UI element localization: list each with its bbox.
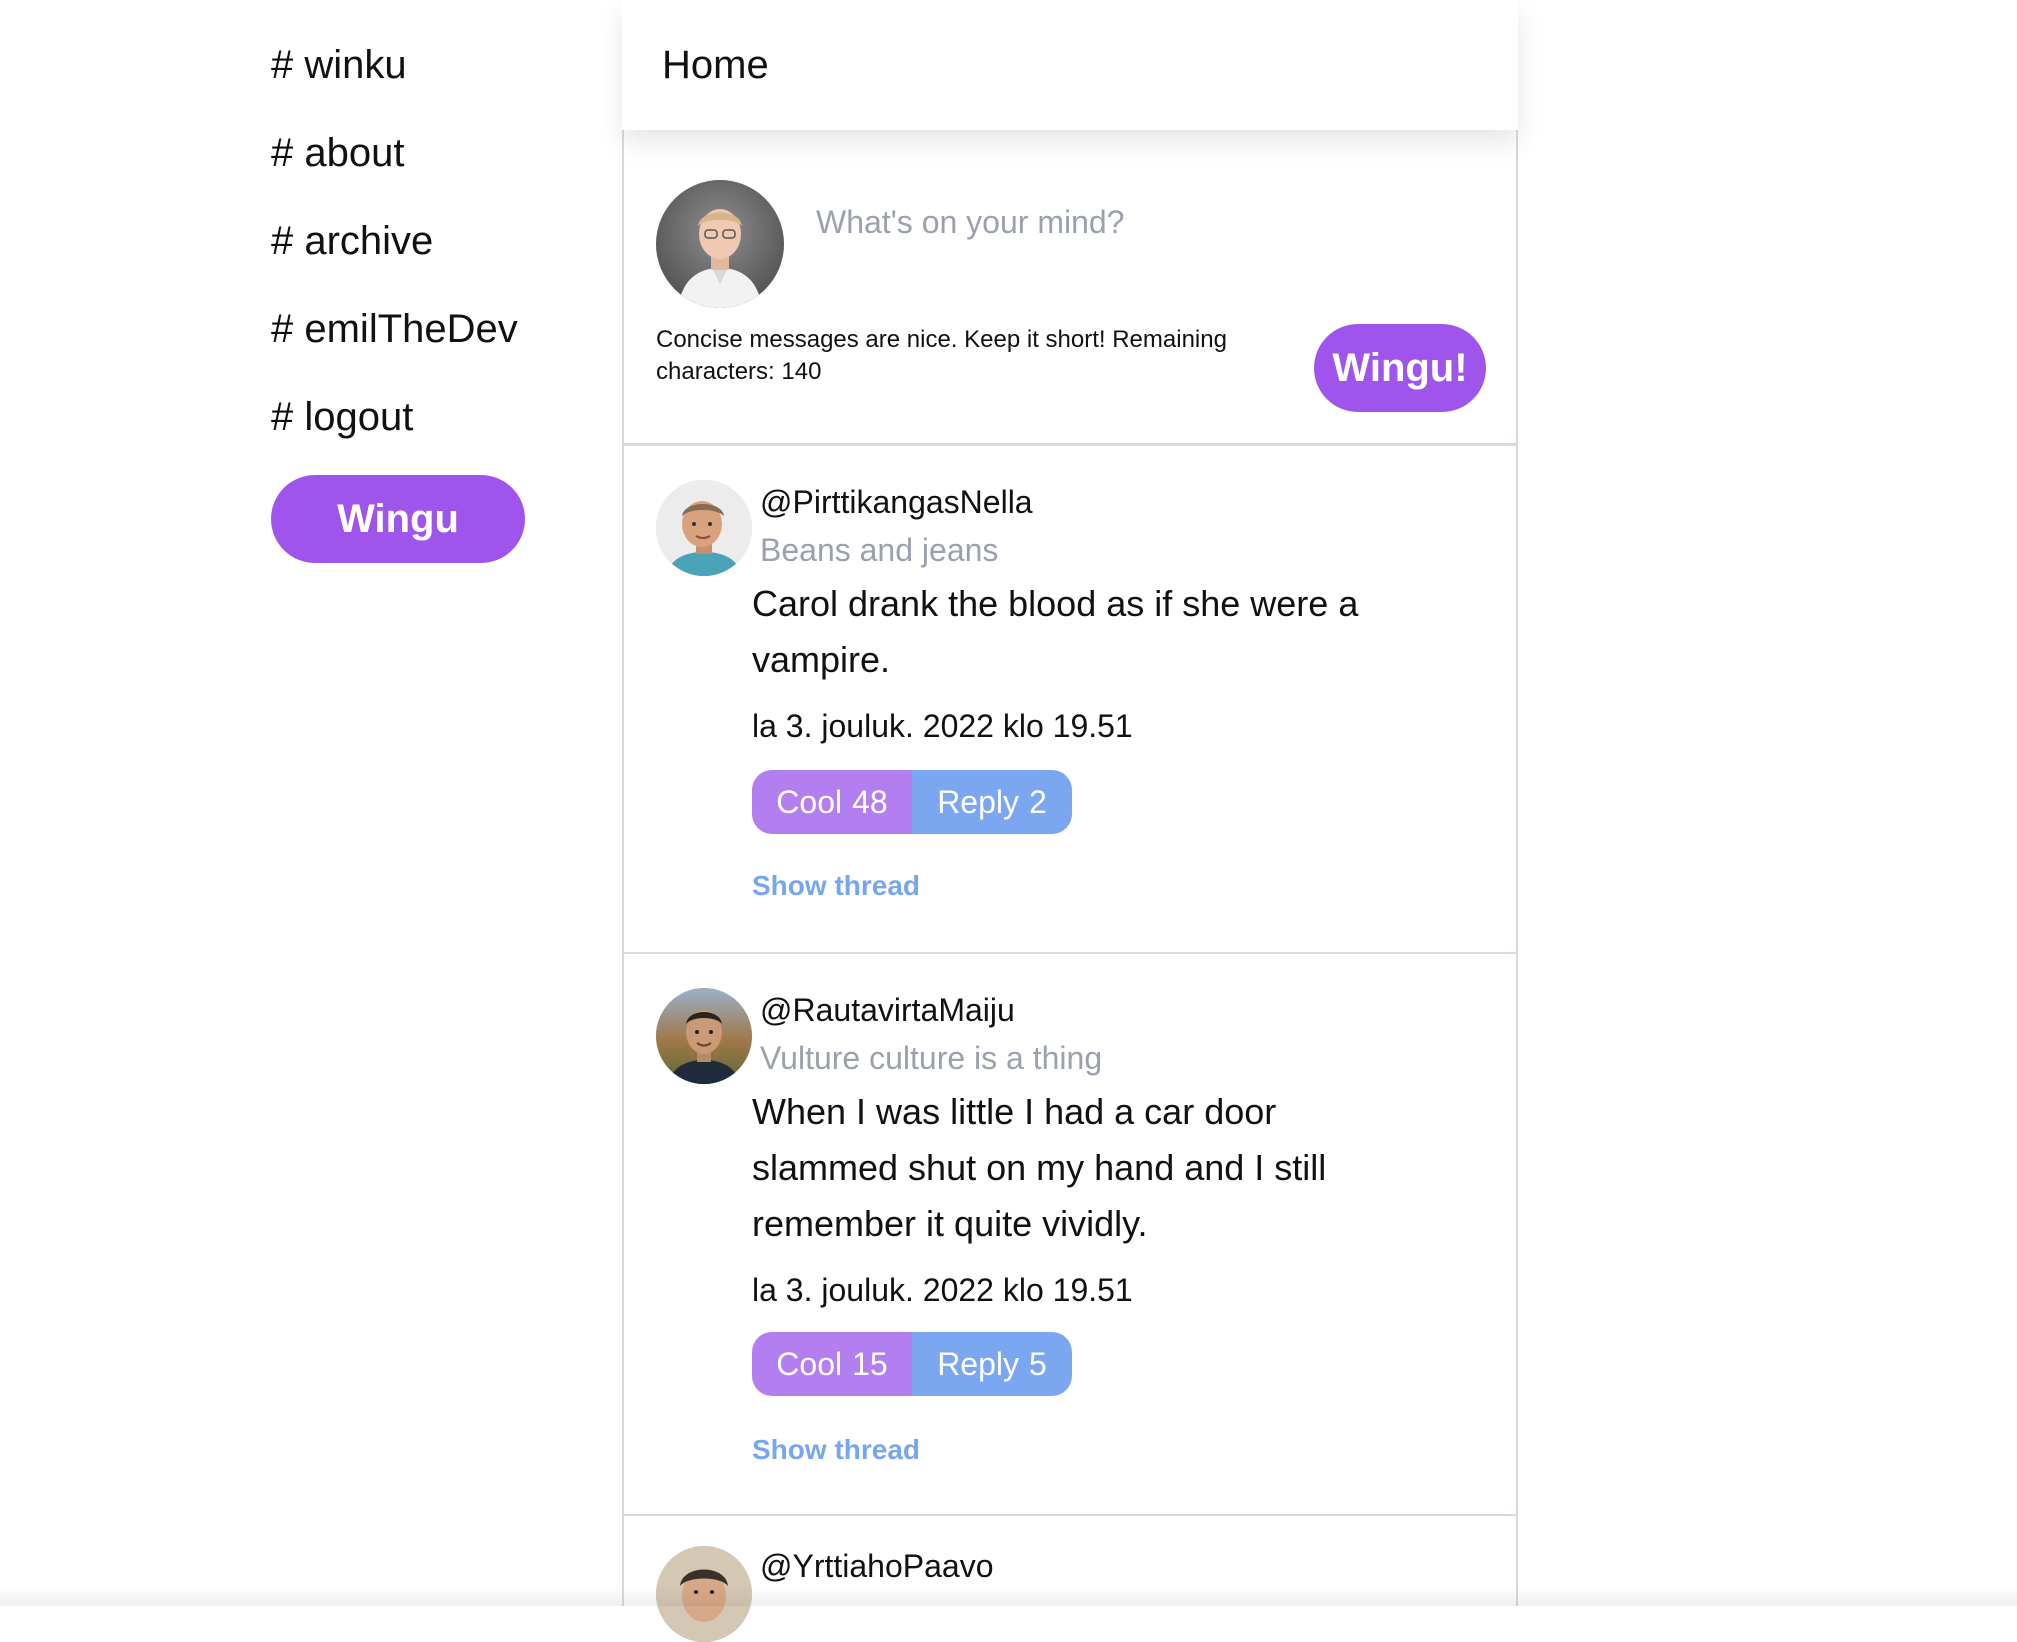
nav-item-winku[interactable]: # winku: [271, 30, 571, 118]
page-title: Home: [662, 43, 769, 87]
post-actions: Cool 48 Reply 2: [752, 770, 1072, 834]
user-avatar[interactable]: [656, 988, 752, 1084]
cool-count: 48: [852, 783, 888, 820]
post-author-bio: Vulture culture is a thing: [760, 1040, 1103, 1076]
show-thread-link[interactable]: Show thread: [752, 868, 920, 904]
post-input[interactable]: [814, 192, 1474, 252]
reply-label: Reply: [937, 1345, 1019, 1382]
post-timestamp: la 3. jouluk. 2022 klo 19.51: [752, 708, 1133, 744]
post-item: @RautavirtaMaiju Vulture culture is a th…: [624, 954, 1516, 1516]
cool-count: 15: [852, 1345, 888, 1382]
nav-item-emilthedev[interactable]: # emilTheDev: [271, 294, 571, 382]
post-author-handle[interactable]: @PirttikangasNella: [760, 482, 1033, 522]
post-author-handle[interactable]: @RautavirtaMaiju: [760, 990, 1015, 1030]
bottom-fade: [0, 1586, 2017, 1606]
cool-label: Cool: [776, 1345, 843, 1382]
reply-label: Reply: [937, 783, 1019, 820]
user-avatar[interactable]: [656, 480, 752, 576]
post-author-bio: Beans and jeans: [760, 532, 999, 568]
nav-item-archive[interactable]: # archive: [271, 206, 571, 294]
sidebar-nav: # winku # about # archive # emilTheDev #…: [271, 30, 571, 563]
post-timestamp: la 3. jouluk. 2022 klo 19.51: [752, 1272, 1133, 1308]
reply-button[interactable]: Reply 5: [912, 1332, 1072, 1396]
top-bar: Home: [622, 0, 1518, 130]
post-actions: Cool 15 Reply 5: [752, 1332, 1072, 1396]
cool-button[interactable]: Cool 15: [752, 1332, 912, 1396]
reply-button[interactable]: Reply 2: [912, 770, 1072, 834]
nav-item-about[interactable]: # about: [271, 118, 571, 206]
post-text: When I was little I had a car door slamm…: [752, 1091, 1327, 1244]
post-text: Carol drank the blood as if she were a v…: [752, 583, 1359, 680]
reply-count: 2: [1029, 783, 1047, 820]
main-feed: Home Concise messages: [622, 0, 1518, 1642]
reply-count: 5: [1029, 1345, 1047, 1382]
show-thread-link[interactable]: Show thread: [752, 1432, 920, 1468]
cool-label: Cool: [776, 783, 843, 820]
current-user-avatar[interactable]: [656, 180, 784, 308]
cool-button[interactable]: Cool 48: [752, 770, 912, 834]
post-author-handle[interactable]: @YrttiahoPaavo: [760, 1546, 994, 1586]
nav-item-logout[interactable]: # logout: [271, 382, 571, 470]
character-count-hint: Concise messages are nice. Keep it short…: [656, 326, 1227, 385]
post-composer: Concise messages are nice. Keep it short…: [624, 130, 1516, 446]
wingu-nav-button[interactable]: Wingu: [271, 475, 525, 563]
post-item: @PirttikangasNella Beans and jeans Carol…: [624, 446, 1516, 954]
submit-post-button[interactable]: Wingu!: [1314, 324, 1486, 412]
